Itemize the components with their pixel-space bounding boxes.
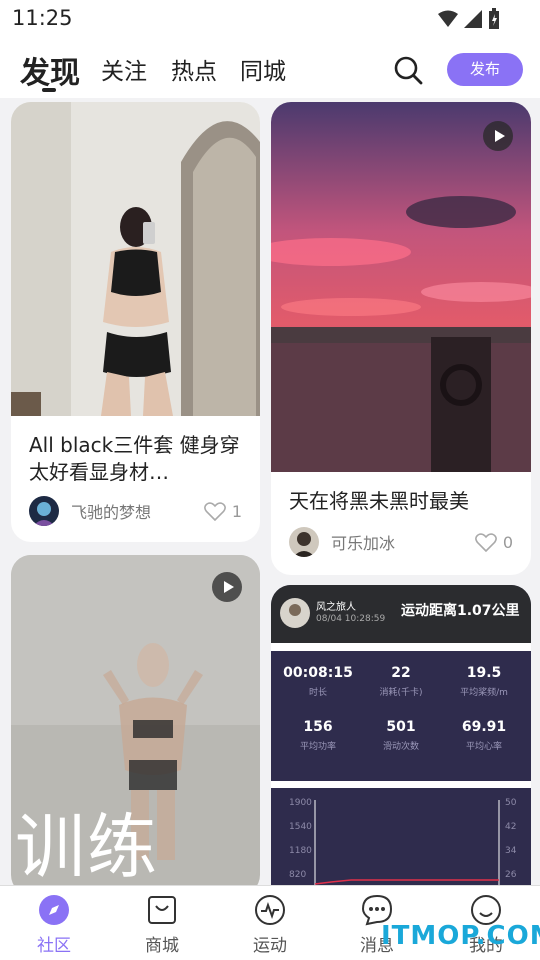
like-count: 1 <box>231 502 242 521</box>
play-icon[interactable] <box>212 572 242 602</box>
feed-card[interactable]: All black三件套 健身穿太好看显身材… 飞驰的梦想 1 <box>11 102 260 542</box>
post-author[interactable]: 飞驰的梦想 <box>29 496 151 526</box>
watermark: ITMOP.COM <box>381 921 540 951</box>
stat-item: 00:08:15 时长 <box>283 665 353 698</box>
avatar <box>289 527 319 557</box>
stat-item: 22 消耗(千卡) <box>379 665 423 698</box>
publish-button[interactable]: 发布 <box>447 53 523 86</box>
tab-local[interactable]: 同城 <box>240 52 286 86</box>
cover-overlay-text: 训练 <box>15 806 159 885</box>
post-title: 天在将黑未黑时最美 <box>289 489 469 513</box>
compass-icon <box>39 895 69 925</box>
author-name: 飞驰的梦想 <box>71 503 152 522</box>
stat-item: 501 滑动次数 <box>382 719 419 752</box>
tab-follow[interactable]: 关注 <box>101 52 147 86</box>
like-count: 0 <box>502 533 513 552</box>
heart-icon <box>474 533 497 552</box>
signal-icon <box>464 10 482 28</box>
stat-item: 156 平均功率 <box>299 719 336 752</box>
sport-record-header: 风之旅人 08/04 10:28:59 运动距离1.07公里 <box>271 585 531 643</box>
sport-summary: 运动距离1.07公里 <box>401 603 520 619</box>
top-header: 发现 关注 热点 同城 发布 <box>0 38 540 98</box>
nav-label: 社区 <box>37 936 71 956</box>
feed-card-sport-record[interactable]: 风之旅人 08/04 10:28:59 运动距离1.07公里 00:08:15 时… <box>271 585 531 885</box>
avatar <box>280 598 310 628</box>
battery-icon <box>489 8 499 29</box>
status-bar: 11:25 <box>0 0 540 38</box>
feed-card[interactable]: 训练 <box>11 555 260 885</box>
tab-hot[interactable]: 热点 <box>171 52 217 86</box>
feed-card[interactable]: 天在将黑未黑时最美 可乐加冰 0 <box>271 102 531 575</box>
activity-icon <box>255 895 285 925</box>
sport-datetime: 08/04 10:28:59 <box>316 614 386 624</box>
post-cover-video <box>271 102 531 472</box>
feed-grid[interactable]: All black三件套 健身穿太好看显身材… 飞驰的梦想 1 天在将黑未黑时最… <box>0 98 540 885</box>
sport-chart: 1900 1540 1180 820 460 50 42 34 26 18 <box>271 788 531 885</box>
tab-discover[interactable]: 发现 <box>20 48 80 92</box>
heart-icon <box>203 502 226 521</box>
avatar <box>29 496 59 526</box>
status-icons <box>438 8 500 30</box>
nav-label: 商城 <box>145 936 179 956</box>
nav-label: 运动 <box>253 936 287 956</box>
search-icon[interactable] <box>392 54 424 86</box>
play-icon[interactable] <box>483 121 513 151</box>
post-title: All black三件套 健身穿太好看显身材… <box>29 433 240 484</box>
stat-item: 69.91 平均心率 <box>461 719 507 752</box>
divider <box>271 781 531 788</box>
author-name: 可乐加冰 <box>331 534 396 553</box>
post-cover-image <box>11 102 260 416</box>
like-button[interactable]: 1 <box>203 502 242 521</box>
chart-lines <box>314 800 500 885</box>
like-button[interactable]: 0 <box>474 533 513 552</box>
sport-stats: 00:08:15 时长 22 消耗(千卡) 19.5 平均桨频/m 156 平均功率 5… <box>271 651 531 781</box>
nav-community[interactable]: 社区 <box>14 894 94 956</box>
post-author[interactable]: 可乐加冰 <box>289 527 395 557</box>
shopping-bag-icon <box>148 896 176 924</box>
nav-sport[interactable]: 运动 <box>230 894 310 956</box>
status-time: 11:25 <box>12 6 73 30</box>
stat-item: 19.5 平均桨频/m <box>460 665 508 698</box>
active-tab-indicator <box>42 88 56 92</box>
nav-shop[interactable]: 商城 <box>122 894 202 956</box>
wifi-icon <box>438 10 458 27</box>
divider <box>271 643 531 651</box>
sport-user-name: 风之旅人 <box>316 602 356 613</box>
